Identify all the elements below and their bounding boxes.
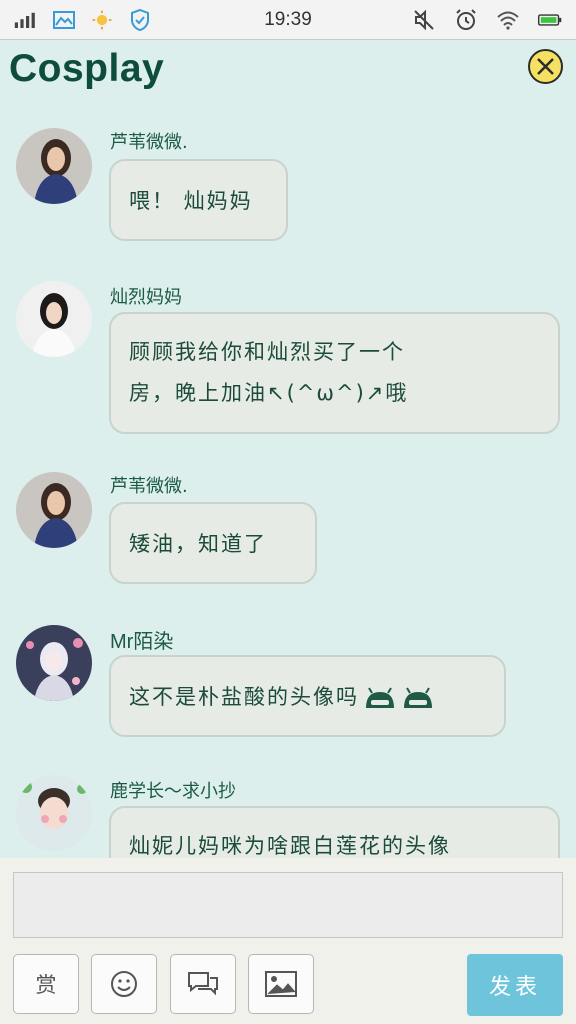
message-text: 顾顾我给你和灿烈买了一个 xyxy=(129,340,405,364)
message-text: 喂！ 灿妈妈 xyxy=(129,189,253,213)
page-title: Cosplay xyxy=(9,47,165,90)
send-label: 发表 xyxy=(488,975,541,1000)
reward-button[interactable]: 赏 xyxy=(13,954,79,1014)
mute-icon xyxy=(414,9,434,31)
avatar[interactable] xyxy=(16,625,92,701)
message-bubble: 顾顾我给你和灿烈买了一个 房，晚上加油↖(^ω^)↗哦 xyxy=(109,312,560,434)
wifi-icon xyxy=(497,11,519,30)
chat-bubbles-icon xyxy=(188,972,218,996)
smiley-icon xyxy=(111,971,137,997)
sender-name[interactable]: 芦苇微微. xyxy=(110,472,188,498)
sender-name[interactable]: 鹿学长～求小抄 xyxy=(110,777,236,803)
comment-feed[interactable]: 芦苇微微. 喂！ 灿妈妈 灿烈妈妈 顾顾我给你和灿烈买了一个 房，晚上加油↖(^… xyxy=(0,105,576,858)
battery-icon xyxy=(538,14,562,26)
message-text: 灿妮儿妈咪为啥跟白莲花的头像 xyxy=(129,834,451,858)
chat-button[interactable] xyxy=(170,954,236,1014)
android-emoji-icon xyxy=(404,686,432,708)
message-text: 房，晚上加油↖(^ω^)↗哦 xyxy=(129,381,409,405)
sender-name[interactable]: Mr陌染 xyxy=(110,625,173,654)
message-bubble: 这不是朴盐酸的头像吗 xyxy=(109,655,506,737)
emoji-button[interactable] xyxy=(91,954,157,1014)
avatar[interactable] xyxy=(16,281,92,357)
sender-name[interactable]: 芦苇微微. xyxy=(110,128,188,154)
alarm-icon xyxy=(456,9,476,30)
close-button[interactable] xyxy=(528,49,563,84)
sender-name[interactable]: 灿烈妈妈 xyxy=(110,283,182,309)
image-icon xyxy=(265,971,297,997)
message-bubble: 矮油，知道了 xyxy=(109,502,317,584)
android-emoji-icon xyxy=(366,686,394,708)
avatar[interactable] xyxy=(16,472,92,548)
image-button[interactable] xyxy=(248,954,314,1014)
message-bubble: 喂！ 灿妈妈 xyxy=(109,159,288,241)
comment-composer: 赏 发表 xyxy=(0,858,576,1024)
message-bubble: 灿妮儿妈咪为啥跟白莲花的头像 xyxy=(109,806,560,858)
avatar[interactable] xyxy=(16,128,92,204)
message-text: 矮油，知道了 xyxy=(129,532,267,556)
send-button[interactable]: 发表 xyxy=(467,954,563,1016)
reward-label: 赏 xyxy=(35,973,57,997)
status-bar: 19:39 xyxy=(0,0,576,40)
close-icon xyxy=(537,58,554,75)
message-text: 这不是朴盐酸的头像吗 xyxy=(129,685,359,709)
header: Cosplay xyxy=(0,41,576,105)
comment-input[interactable] xyxy=(13,872,563,938)
message-line: 这不是朴盐酸的头像吗 xyxy=(129,677,486,718)
avatar[interactable] xyxy=(16,775,92,851)
